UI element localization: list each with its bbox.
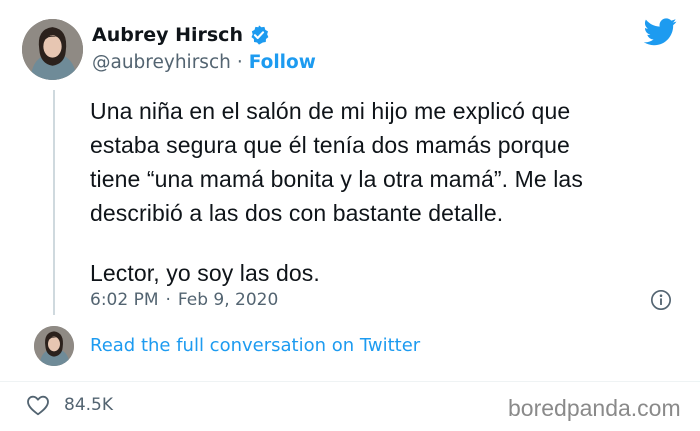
info-icon[interactable] bbox=[650, 289, 672, 311]
author-name-row: Aubrey Hirsch bbox=[92, 22, 270, 48]
thread-line bbox=[53, 90, 55, 315]
divider bbox=[0, 381, 700, 382]
author-handle-row: @aubreyhirsch · Follow bbox=[92, 50, 316, 74]
verified-badge-icon bbox=[251, 25, 269, 45]
like-count: 84.5K bbox=[64, 395, 113, 415]
author-handle[interactable]: @aubreyhirsch bbox=[92, 52, 231, 73]
author-avatar[interactable] bbox=[22, 19, 83, 80]
follow-button[interactable]: Follow bbox=[249, 52, 316, 73]
tweet-time: 6:02 PM bbox=[90, 290, 159, 310]
tweet-date: Feb 9, 2020 bbox=[177, 290, 279, 310]
tweet-text-line: estaba segura que él tenía dos mamás por… bbox=[90, 132, 570, 158]
heart-icon bbox=[27, 395, 49, 416]
tweet-text-line: Una niña en el salón de mi hijo me expli… bbox=[90, 98, 571, 124]
author-name[interactable]: Aubrey Hirsch bbox=[92, 24, 243, 46]
tweet-timestamp[interactable]: 6:02 PM · Feb 9, 2020 bbox=[90, 289, 278, 311]
twitter-bird-icon[interactable] bbox=[644, 18, 677, 46]
tweet-text: Una niña en el salón de mi hijo me expli… bbox=[90, 94, 675, 290]
read-conversation-link[interactable]: Read the full conversation on Twitter bbox=[90, 335, 420, 356]
watermark: boredpanda.com bbox=[508, 395, 681, 421]
tweet-text-line: describió a las dos con bastante detalle… bbox=[90, 200, 504, 226]
separator: · bbox=[165, 290, 171, 310]
tweet-text-line: Lector, yo soy las dos. bbox=[90, 260, 320, 286]
separator: · bbox=[236, 51, 243, 73]
like-button[interactable]: 84.5K bbox=[26, 393, 113, 417]
tweet-text-line: tiene “una mamá bonita y la otra mamá”. … bbox=[90, 166, 583, 192]
author-avatar-small[interactable] bbox=[34, 326, 74, 366]
